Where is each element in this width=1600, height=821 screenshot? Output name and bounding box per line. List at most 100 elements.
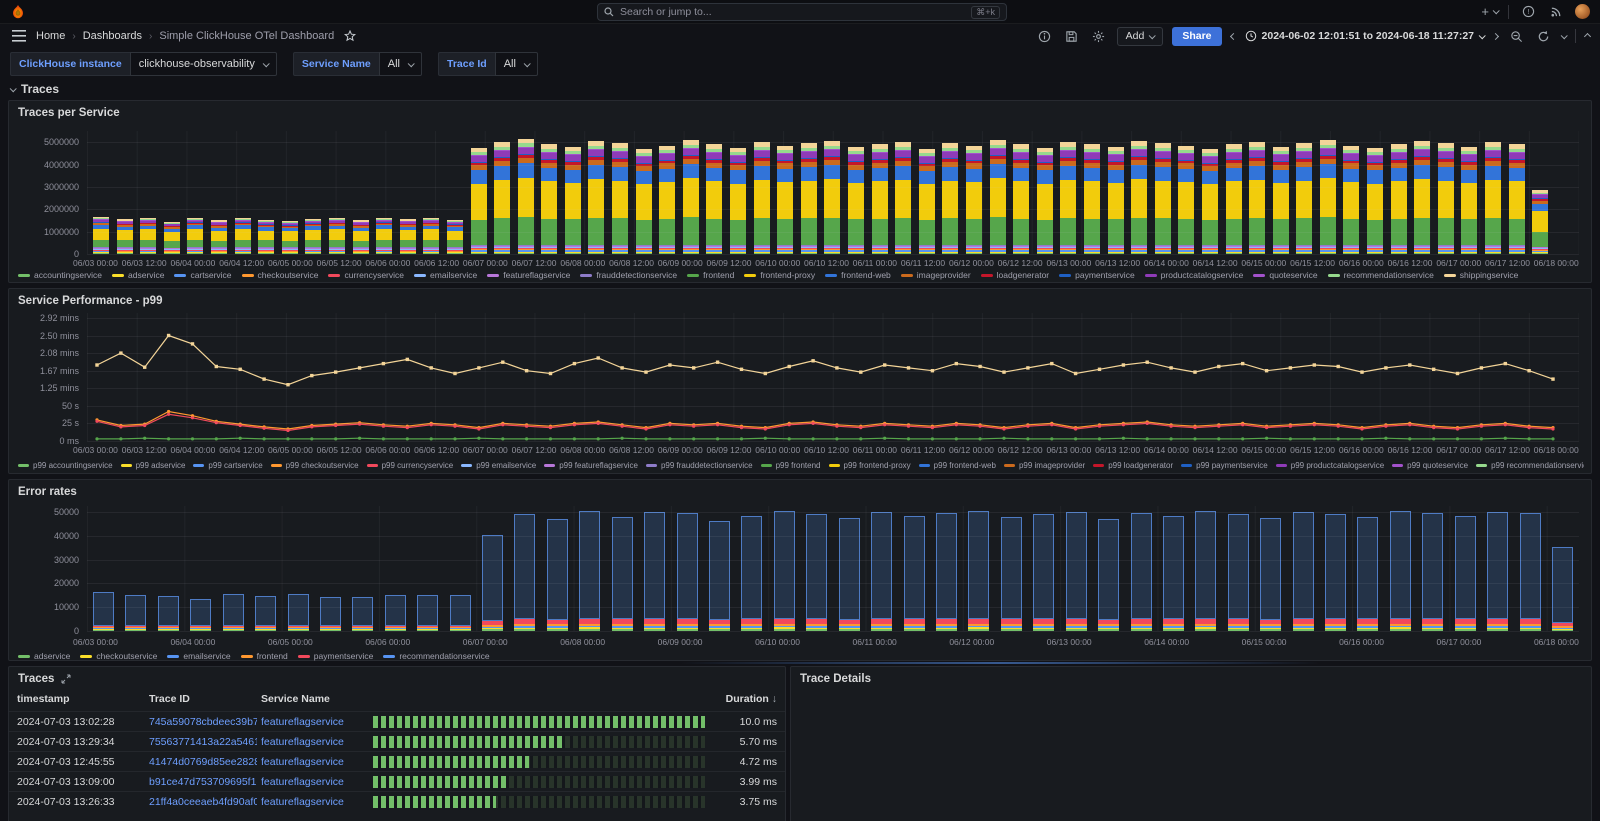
new-menu-button[interactable]: + <box>1481 3 1498 21</box>
cell-trace-id-link[interactable]: b91ce47d753709695f1d... <box>149 776 257 788</box>
dashboard-settings-gear-icon[interactable] <box>1090 27 1108 45</box>
legend-item[interactable]: p99 frontend-web <box>919 461 996 470</box>
legend-item[interactable]: frontend-web <box>825 270 891 280</box>
legend-item[interactable]: adservice <box>18 651 70 661</box>
legend-item[interactable]: frauddetectionservice <box>580 270 677 280</box>
column-header-duration[interactable]: Duration ↓ <box>726 693 777 705</box>
cell-trace-id-link[interactable]: 41474d0769d85ee2828... <box>149 756 257 768</box>
y-axis-tick-label: 2.50 mins <box>9 331 79 341</box>
legend-item[interactable]: p99 frauddetectionservice <box>646 461 753 470</box>
legend-item[interactable]: checkoutservice <box>80 651 157 661</box>
column-header-timestamp[interactable]: timestamp <box>17 693 70 705</box>
data-point <box>978 365 981 368</box>
legend-item[interactable]: emailservice <box>414 270 477 280</box>
error-rates-plot[interactable] <box>87 506 1579 631</box>
legend-item[interactable]: adservice <box>112 270 164 280</box>
column-header-trace-id[interactable]: Trace ID <box>149 693 190 705</box>
cell-duration: 4.72 ms <box>740 756 777 768</box>
legend-item[interactable]: frontend <box>687 270 734 280</box>
time-range-back-icon[interactable] <box>1229 32 1236 39</box>
cell-service-name-link[interactable]: featureflagservice <box>261 796 367 808</box>
data-point <box>358 366 361 369</box>
legend-item[interactable]: p99 accountingservice <box>18 461 113 470</box>
legend-item[interactable]: p99 paymentservice <box>1181 461 1268 470</box>
variable-value-dropdown[interactable]: All <box>495 52 538 76</box>
section-header-traces[interactable]: Traces <box>10 82 59 96</box>
cell-service-name-link[interactable]: featureflagservice <box>261 776 367 788</box>
legend-item[interactable]: shippingservice <box>1444 270 1519 280</box>
x-axis-tick-label: 06/15 12:00 <box>1290 258 1335 268</box>
legend-item[interactable]: recommendationservice <box>383 651 489 661</box>
legend-item[interactable]: currencyservice <box>328 270 404 280</box>
time-range-forward-icon[interactable] <box>1492 32 1499 39</box>
legend-item[interactable]: p99 frontend-proxy <box>829 461 911 470</box>
legend-item[interactable]: p99 featureflagservice <box>544 461 638 470</box>
data-point <box>1289 425 1292 428</box>
legend-item[interactable]: p99 emailservice <box>461 461 536 470</box>
collapse-toolbar-icon[interactable] <box>1584 32 1591 39</box>
legend-item[interactable]: p99 adservice <box>121 461 186 470</box>
share-button[interactable]: Share <box>1172 27 1221 46</box>
legend-item[interactable]: paymentservice <box>298 651 374 661</box>
legend-item[interactable]: emailservice <box>167 651 230 661</box>
refresh-interval-dropdown-icon[interactable] <box>1561 32 1568 39</box>
legend-item[interactable]: quoteservice <box>1253 270 1317 280</box>
bar-segment-frontend-web <box>636 171 652 184</box>
legend-item[interactable]: frontend-proxy <box>744 270 815 280</box>
grafana-logo-icon[interactable] <box>10 4 26 20</box>
legend-item[interactable]: p99 currencyservice <box>367 461 454 470</box>
bar-segment-recommendationservice <box>1552 547 1573 623</box>
cell-trace-id-link[interactable]: 745a59078cbdeec39b7... <box>149 716 257 728</box>
legend-item[interactable]: frontend <box>241 651 288 661</box>
legend-item[interactable]: featureflagservice <box>487 270 570 280</box>
user-avatar[interactable] <box>1575 4 1590 19</box>
refresh-icon[interactable] <box>1534 27 1552 45</box>
cell-trace-id-link[interactable]: 75563771413a22a54618... <box>149 736 257 748</box>
menu-toggle-icon[interactable] <box>10 27 28 45</box>
legend-item[interactable]: cartservice <box>174 270 231 280</box>
cell-service-name-link[interactable]: featureflagservice <box>261 736 367 748</box>
cell-service-name-link[interactable]: featureflagservice <box>261 756 367 768</box>
time-range-picker[interactable]: 2024-06-02 12:01:51 to 2024-06-18 11:27:… <box>1245 30 1484 42</box>
panel-links-icon[interactable] <box>61 674 71 684</box>
legend-item[interactable]: loadgenerator <box>981 270 1049 280</box>
p99-plot[interactable] <box>87 313 1579 441</box>
grafana-dashboard: Search or jump to... ⌘+k + ! Home › <box>0 0 1600 821</box>
legend-item[interactable]: p99 loadgenerator <box>1093 461 1173 470</box>
legend-item[interactable]: productcatalogservice <box>1145 270 1244 280</box>
legend-item[interactable]: p99 cartservice <box>193 461 262 470</box>
legend-item[interactable]: accountingservice <box>18 270 102 280</box>
breadcrumb-current-dashboard[interactable]: Simple ClickHouse OTel Dashboard <box>159 30 334 42</box>
variable-value-dropdown[interactable]: All <box>379 52 422 76</box>
cell-service-name-link[interactable]: featureflagservice <box>261 716 367 728</box>
legend-item[interactable]: p99 quoteservice <box>1392 461 1468 470</box>
legend-item[interactable]: recommendationservice <box>1328 270 1434 280</box>
cell-trace-id-link[interactable]: 21ff4a0ceeaeb4fd90af0... <box>149 796 257 808</box>
news-icon[interactable] <box>1547 3 1565 21</box>
legend-item[interactable]: p99 productcatalogservice <box>1276 461 1384 470</box>
legend-item[interactable]: p99 imageprovider <box>1004 461 1085 470</box>
legend-item[interactable]: imageprovider <box>901 270 971 280</box>
legend-item[interactable]: checkoutservice <box>242 270 319 280</box>
save-dashboard-icon[interactable] <box>1063 27 1081 45</box>
search-input[interactable]: Search or jump to... ⌘+k <box>597 3 1007 21</box>
breadcrumb-home[interactable]: Home <box>36 30 65 42</box>
legend-item[interactable]: p99 frontend <box>761 461 821 470</box>
legend-swatch <box>761 464 772 467</box>
legend-item[interactable]: paymentservice <box>1059 270 1135 280</box>
cell-duration: 5.70 ms <box>740 736 777 748</box>
bar-segment-frontend-web <box>588 165 604 179</box>
stacked-bar <box>385 595 406 631</box>
help-icon[interactable]: ! <box>1519 3 1537 21</box>
traces-per-service-plot[interactable] <box>87 131 1579 254</box>
zoom-out-time-icon[interactable] <box>1507 27 1525 45</box>
favorite-star-icon[interactable] <box>344 30 356 42</box>
variable-value-dropdown[interactable]: clickhouse-observability <box>130 52 277 76</box>
legend-item[interactable]: p99 recommendationservice <box>1476 461 1584 470</box>
add-panel-button[interactable]: Add <box>1117 27 1164 46</box>
breadcrumb-dashboards[interactable]: Dashboards <box>83 30 142 42</box>
legend-item[interactable]: p99 checkoutservice <box>271 461 359 470</box>
dashboard-insights-icon[interactable] <box>1036 27 1054 45</box>
column-header-service-name[interactable]: Service Name <box>261 693 330 705</box>
bar-segment-recommendationservice <box>482 535 503 622</box>
